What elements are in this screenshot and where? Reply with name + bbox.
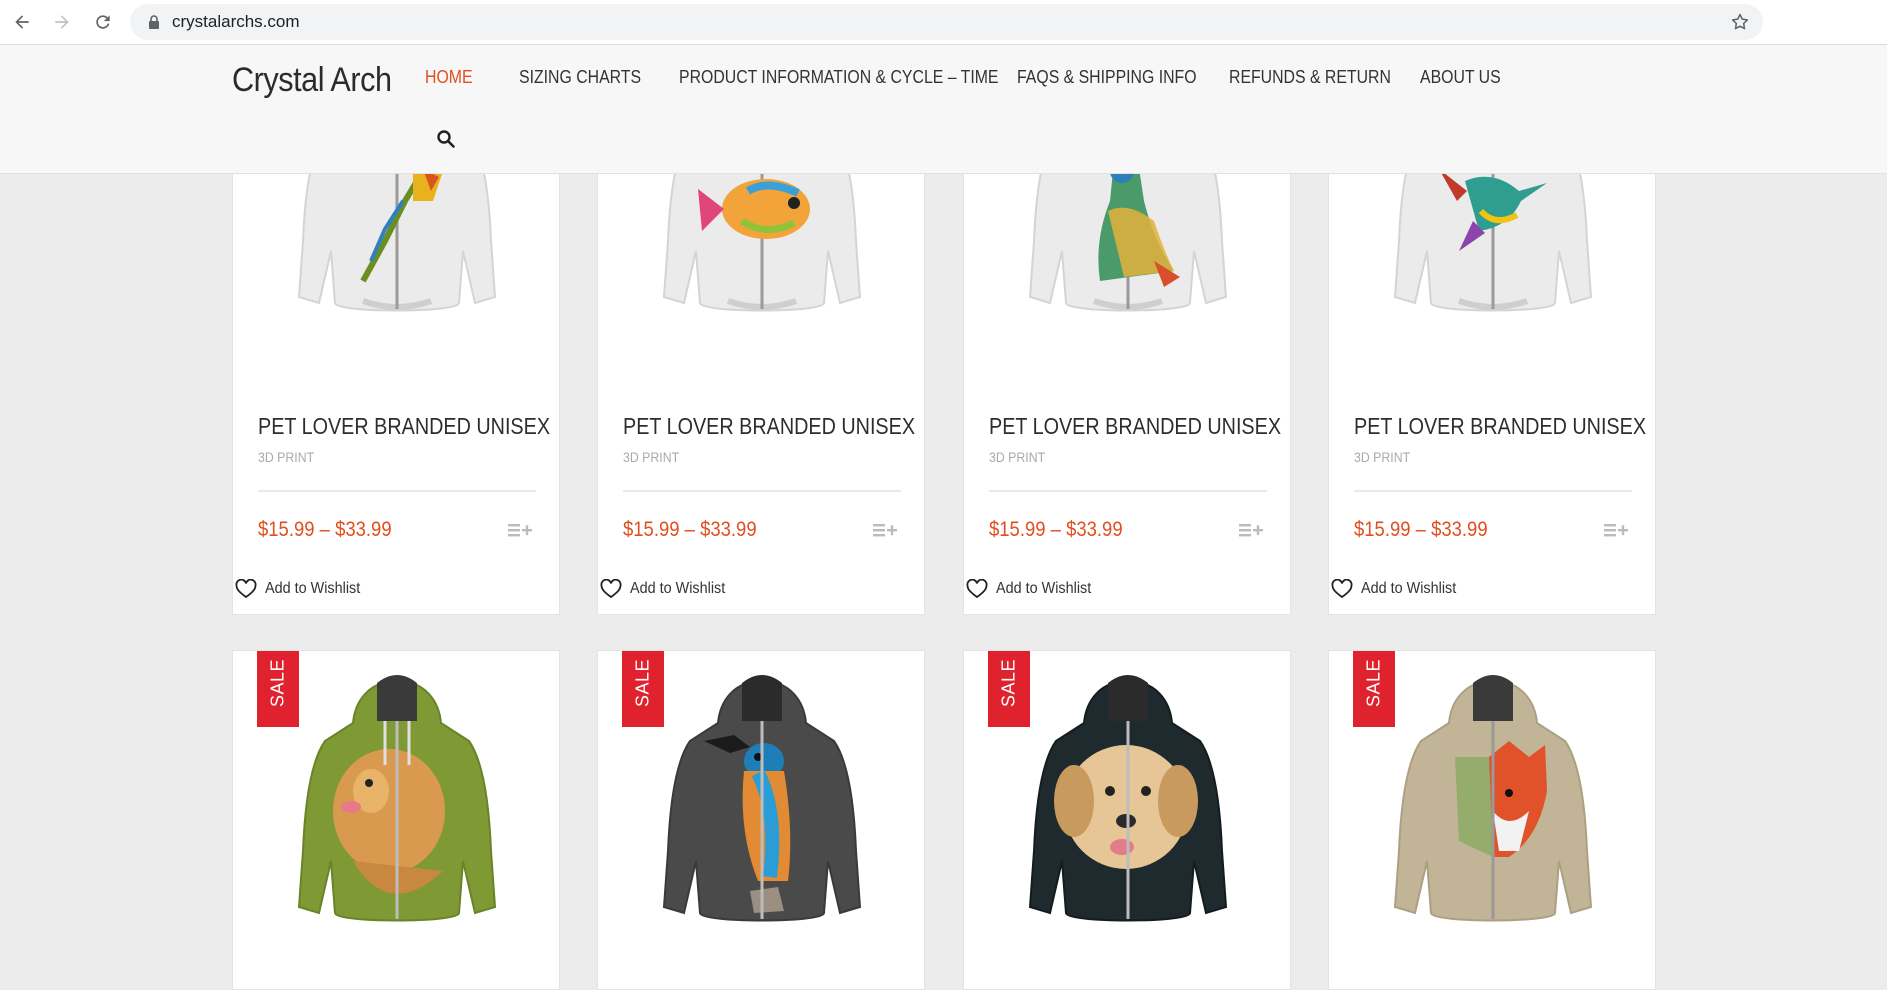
- product-card[interactable]: SALE: [1328, 650, 1656, 990]
- site-title[interactable]: Crystal Arch: [232, 61, 392, 100]
- reload-icon[interactable]: [90, 9, 116, 35]
- compare-icon[interactable]: [1239, 521, 1265, 539]
- lock-icon: [149, 15, 159, 29]
- menu-item-home[interactable]: HOME: [425, 67, 473, 88]
- sale-badge-label: SALE: [632, 658, 653, 708]
- sale-badge: SALE: [1353, 651, 1395, 727]
- product-card[interactable]: SALE: [232, 650, 560, 990]
- heart-icon: [235, 579, 257, 599]
- product-image-golden-retriever-green-hoodie[interactable]: [273, 661, 521, 931]
- product-card[interactable]: PET LOVER BRANDED UNISEX 3D PRINT $15.99…: [232, 160, 560, 615]
- heart-icon: [1331, 579, 1353, 599]
- wishlist-label: Add to Wishlist: [630, 580, 726, 597]
- menu-item-faqs-shipping[interactable]: FAQS & SHIPPING INFO: [1017, 67, 1197, 88]
- product-image-fox-tan-hoodie[interactable]: [1369, 661, 1617, 931]
- compare-icon[interactable]: [873, 521, 899, 539]
- product-category: 3D PRINT: [623, 449, 680, 465]
- divider: [623, 490, 901, 492]
- product-card[interactable]: SALE: [597, 650, 925, 990]
- sale-badge-label: SALE: [1363, 658, 1384, 708]
- add-to-wishlist-button[interactable]: Add to Wishlist: [235, 579, 371, 599]
- menu-item-product-information[interactable]: PRODUCT INFORMATION & CYCLE – TIME: [679, 67, 998, 88]
- wishlist-label: Add to Wishlist: [1361, 580, 1457, 597]
- wishlist-label: Add to Wishlist: [265, 580, 361, 597]
- star-icon[interactable]: [1730, 12, 1750, 32]
- divider: [989, 490, 1267, 492]
- product-image-golden-retriever-black-hoodie[interactable]: [1004, 661, 1252, 931]
- product-title[interactable]: PET LOVER BRANDED UNISEX: [258, 413, 550, 440]
- product-card[interactable]: PET LOVER BRANDED UNISEX 3D PRINT $15.99…: [963, 160, 1291, 615]
- divider: [258, 490, 536, 492]
- compare-icon[interactable]: [1604, 521, 1630, 539]
- product-card[interactable]: SALE: [963, 650, 1291, 990]
- site-header: Crystal Arch HOME SIZING CHARTS PRODUCT …: [0, 45, 1887, 174]
- divider: [1354, 490, 1632, 492]
- product-title[interactable]: PET LOVER BRANDED UNISEX: [623, 413, 915, 440]
- product-price: $15.99 – $33.99: [989, 518, 1123, 541]
- sale-badge: SALE: [257, 651, 299, 727]
- product-category: 3D PRINT: [258, 449, 315, 465]
- product-card[interactable]: PET LOVER BRANDED UNISEX 3D PRINT $15.99…: [597, 160, 925, 615]
- back-arrow-icon[interactable]: [9, 9, 35, 35]
- product-category: 3D PRINT: [989, 449, 1046, 465]
- product-card[interactable]: PET LOVER BRANDED UNISEX 3D PRINT $15.99…: [1328, 160, 1656, 615]
- menu-item-refunds-return[interactable]: REFUNDS & RETURN: [1229, 67, 1391, 88]
- product-image-kingfisher-grey-hoodie[interactable]: [638, 661, 886, 931]
- sale-badge-label: SALE: [267, 658, 288, 708]
- sale-badge-label: SALE: [998, 658, 1019, 708]
- menu-item-about-us[interactable]: ABOUT US: [1420, 67, 1501, 88]
- product-category: 3D PRINT: [1354, 449, 1411, 465]
- product-price: $15.99 – $33.99: [1354, 518, 1488, 541]
- product-title[interactable]: PET LOVER BRANDED UNISEX: [1354, 413, 1646, 440]
- add-to-wishlist-button[interactable]: Add to Wishlist: [600, 579, 736, 599]
- add-to-wishlist-button[interactable]: Add to Wishlist: [966, 579, 1102, 599]
- add-to-wishlist-button[interactable]: Add to Wishlist: [1331, 579, 1467, 599]
- search-icon[interactable]: [436, 129, 456, 149]
- wishlist-label: Add to Wishlist: [996, 580, 1092, 597]
- sale-badge: SALE: [988, 651, 1030, 727]
- product-title[interactable]: PET LOVER BRANDED UNISEX: [989, 413, 1281, 440]
- product-price: $15.99 – $33.99: [623, 518, 757, 541]
- address-bar[interactable]: crystalarchs.com: [130, 4, 1763, 40]
- product-image-parrot-hoodie[interactable]: [273, 160, 521, 321]
- compare-icon[interactable]: [508, 521, 534, 539]
- menu-item-sizing-charts[interactable]: SIZING CHARTS: [519, 67, 641, 88]
- product-image-peacock-hoodie[interactable]: [1004, 160, 1252, 321]
- product-image-hummingbird-hoodie[interactable]: [1369, 160, 1617, 321]
- browser-toolbar: crystalarchs.com: [0, 0, 1887, 45]
- heart-icon: [600, 579, 622, 599]
- heart-icon: [966, 579, 988, 599]
- sale-badge: SALE: [622, 651, 664, 727]
- product-price: $15.99 – $33.99: [258, 518, 392, 541]
- url-text[interactable]: crystalarchs.com: [172, 12, 300, 32]
- forward-arrow-icon[interactable]: [49, 9, 75, 35]
- product-image-fish-hoodie[interactable]: [638, 160, 886, 321]
